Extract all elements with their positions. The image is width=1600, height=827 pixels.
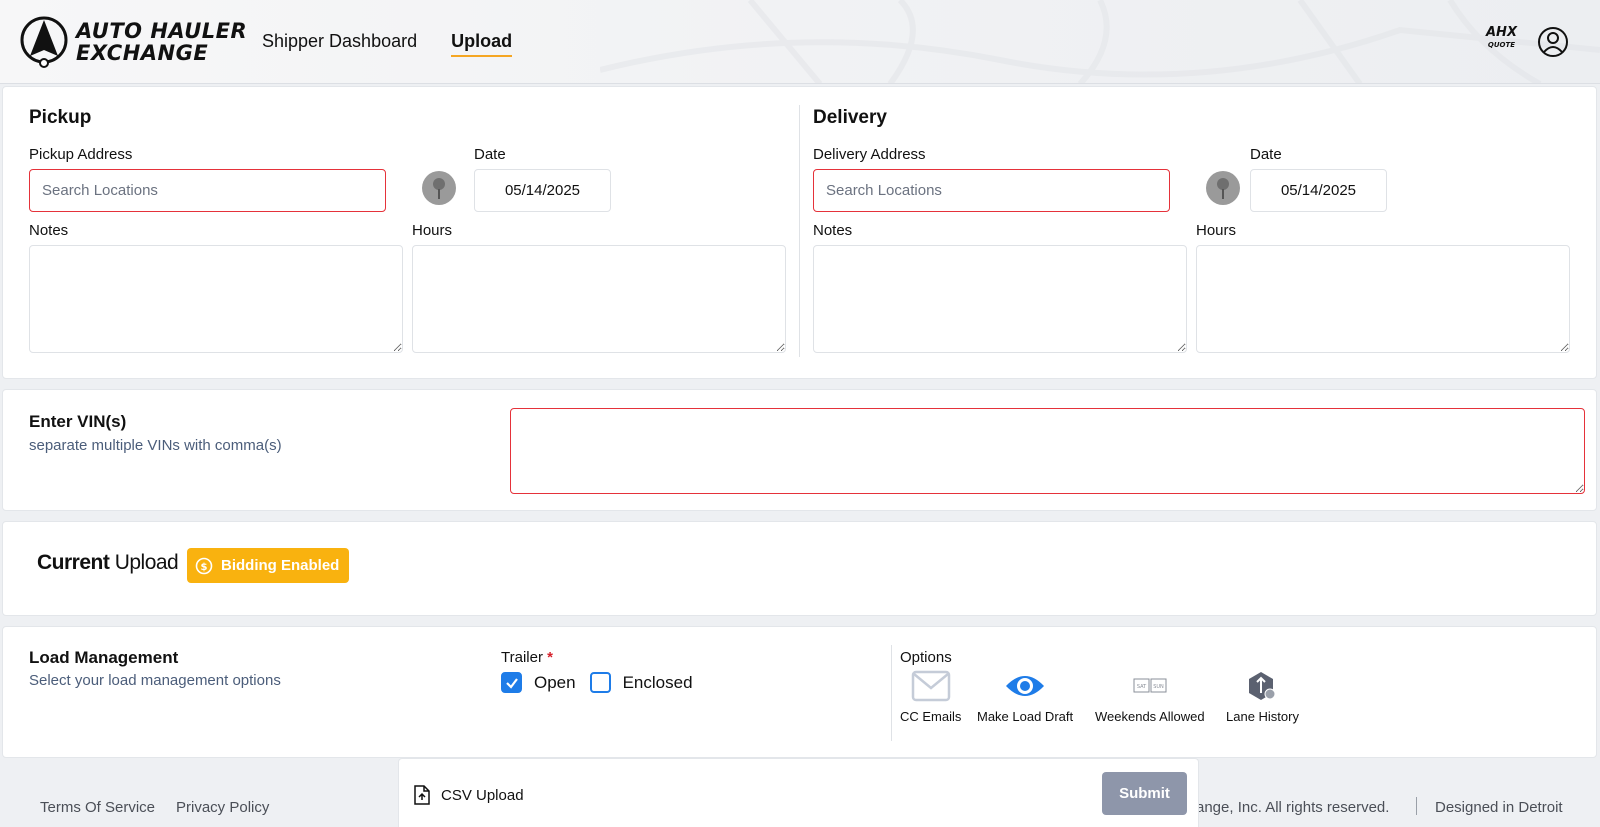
privacy-link[interactable]: Privacy Policy <box>176 799 269 816</box>
csv-upload-label: CSV Upload <box>441 786 524 804</box>
file-upload-icon <box>414 785 430 805</box>
logo-mark-icon <box>20 16 68 68</box>
trailer-label-text: Trailer <box>501 649 543 666</box>
vin-title: Enter VIN(s) <box>29 412 127 431</box>
copyright-text: ange, Inc. All rights reserved. <box>1196 799 1390 816</box>
pickup-address-input[interactable] <box>29 169 386 212</box>
delivery-title: Delivery <box>813 107 887 128</box>
envelope-icon <box>911 670 950 702</box>
footer-separator <box>1416 797 1417 815</box>
delivery-hours-textarea[interactable] <box>1196 245 1570 353</box>
map-pin-icon[interactable] <box>422 171 456 205</box>
load-management-subtitle: Select your load management options <box>29 672 281 689</box>
csv-upload-button[interactable]: CSV Upload <box>413 785 524 805</box>
option-make-load-draft-label: Make Load Draft <box>977 709 1074 724</box>
delivery-date-label: Date <box>1250 146 1282 163</box>
option-make-load-draft[interactable]: Make Load Draft <box>977 669 1073 724</box>
delivery-address-input[interactable] <box>813 169 1170 212</box>
delivery-date-input[interactable] <box>1250 169 1387 212</box>
current-upload-title-rest: Upload <box>114 551 179 574</box>
pickup-notes-textarea[interactable] <box>29 245 403 353</box>
map-pin-icon[interactable] <box>1206 171 1240 205</box>
app-header: AUTO HAULER EXCHANGE Shipper Dashboard U… <box>0 0 1600 84</box>
current-upload-title: Current Upload <box>37 551 179 575</box>
dollar-coin-icon: $ <box>195 557 213 574</box>
designed-in-text: Designed in Detroit <box>1435 799 1563 816</box>
trailer-enclosed-checkbox[interactable] <box>589 672 611 693</box>
check-icon <box>505 677 518 689</box>
terms-link[interactable]: Terms Of Service <box>40 799 155 816</box>
trailer-open-checkbox[interactable] <box>501 672 522 693</box>
options-divider <box>891 645 892 741</box>
pickup-hours-textarea[interactable] <box>412 245 786 353</box>
pickup-notes-label: Notes <box>29 222 69 239</box>
vin-subtitle: separate multiple VINs with comma(s) <box>29 437 282 454</box>
bidding-enabled-badge[interactable]: $ Bidding Enabled <box>187 548 350 583</box>
pickup-date-label: Date <box>474 146 506 163</box>
lane-history-icon <box>1249 672 1276 700</box>
submit-button[interactable]: Submit <box>1102 772 1187 815</box>
delivery-notes-label: Notes <box>813 222 853 239</box>
load-management-title: Load Management <box>29 648 179 667</box>
ahx-quote-line-2: QUOTE <box>1487 41 1516 49</box>
ahx-quote-button[interactable]: AHX QUOTE <box>1486 25 1517 50</box>
svg-text:SAT: SAT <box>1137 684 1147 690</box>
calendar-weekend-icon: SAT SUN <box>1133 678 1167 693</box>
upload-action-bar: CSV Upload Submit <box>398 758 1199 827</box>
trailer-options: Open Enclosed <box>501 672 707 693</box>
ahx-quote-line-1: AHX <box>1486 25 1517 40</box>
load-management-card: Load Management Select your load managem… <box>2 626 1597 758</box>
option-cc-emails[interactable]: CC Emails <box>900 669 961 724</box>
current-upload-title-bold: Current <box>37 551 110 574</box>
option-weekends-allowed-label: Weekends Allowed <box>1095 709 1205 724</box>
required-mark: * <box>547 649 553 666</box>
delivery-address-label: Delivery Address <box>813 146 926 163</box>
pickup-address-label: Pickup Address <box>29 146 133 163</box>
user-circle-icon[interactable] <box>1537 26 1569 58</box>
eye-icon <box>1006 676 1045 696</box>
option-cc-emails-label: CC Emails <box>900 709 962 724</box>
column-divider <box>799 105 800 357</box>
option-weekends-allowed[interactable]: SAT SUN Weekends Allowed <box>1095 669 1205 724</box>
svg-text:$: $ <box>201 562 208 573</box>
pickup-delivery-card: Pickup Pickup Address Date Notes Hours D… <box>2 86 1597 379</box>
svg-text:SUN: SUN <box>1153 684 1164 690</box>
bidding-enabled-label: Bidding Enabled <box>221 557 340 574</box>
pickup-title: Pickup <box>29 107 92 128</box>
current-upload-card: Current Upload $ Bidding Enabled <box>2 521 1597 616</box>
trailer-open-label: Open <box>534 672 576 692</box>
pickup-hours-label: Hours <box>412 222 453 239</box>
trailer-enclosed-label: Enclosed <box>622 672 693 692</box>
logo-line-2: EXCHANGE <box>76 41 209 65</box>
option-lane-history-label: Lane History <box>1226 709 1299 724</box>
pickup-date-input[interactable] <box>474 169 611 212</box>
logo[interactable]: AUTO HAULER EXCHANGE <box>20 14 247 70</box>
map-background <box>600 0 1600 83</box>
nav-upload[interactable]: Upload <box>451 31 513 57</box>
vin-input[interactable] <box>510 408 1585 494</box>
logo-line-1: AUTO HAULER <box>76 19 248 43</box>
nav-shipper-dashboard[interactable]: Shipper Dashboard <box>262 31 417 57</box>
delivery-hours-label: Hours <box>1196 222 1237 239</box>
logo-text: AUTO HAULER EXCHANGE <box>76 20 247 64</box>
option-lane-history[interactable]: Lane History <box>1226 669 1299 724</box>
trailer-label: Trailer * <box>501 649 553 666</box>
vin-card: Enter VIN(s) separate multiple VINs with… <box>2 389 1597 511</box>
options-label: Options <box>900 649 952 666</box>
delivery-notes-textarea[interactable] <box>813 245 1187 353</box>
main-nav: Shipper Dashboard Upload <box>262 31 513 57</box>
